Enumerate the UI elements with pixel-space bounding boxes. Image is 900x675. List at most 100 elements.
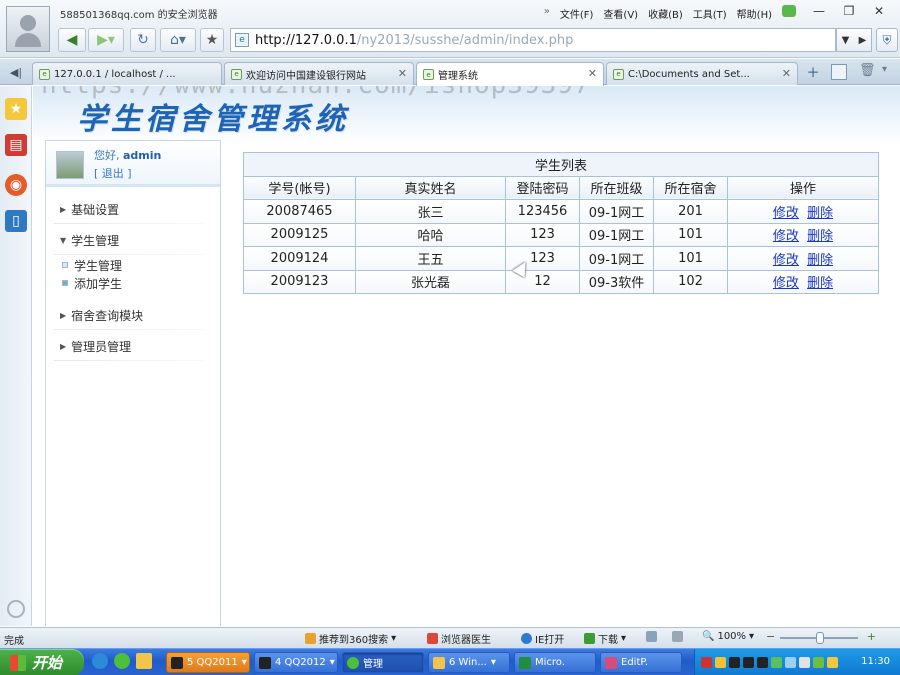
edit-link[interactable]: 修改 [773, 206, 799, 221]
screen-icon[interactable] [646, 631, 657, 642]
tab-close-icon[interactable]: ✕ [588, 67, 597, 80]
address-dropdown[interactable]: ▼ ▶ [836, 28, 872, 52]
nav-student-management[interactable]: ▼ 学生管理 [46, 228, 220, 255]
qq-penguin-icon[interactable] [757, 657, 768, 668]
chevron-down-icon: ▾ [621, 633, 627, 644]
download-button[interactable]: 下载 ▾ [584, 631, 626, 646]
tray-app-icon[interactable] [701, 657, 712, 668]
restore-icon[interactable]: ❐ [836, 2, 862, 20]
delete-link[interactable]: 删除 [807, 276, 833, 291]
menu-tools[interactable]: 工具(T) [693, 6, 727, 21]
task-microsoft[interactable]: Micro. [514, 652, 596, 673]
ie-icon[interactable] [92, 653, 108, 669]
tray-app-icon[interactable] [813, 657, 824, 668]
nav-label: 管理员管理 [71, 339, 132, 354]
favorite-button[interactable]: ★ [200, 28, 224, 52]
delete-link[interactable]: 删除 [807, 206, 833, 221]
trash-icon[interactable]: 🗑 [859, 63, 876, 81]
tab-close-icon[interactable]: ✕ [398, 67, 407, 80]
tray-app-icon[interactable] [771, 657, 782, 668]
speaker-icon[interactable] [799, 657, 810, 668]
qq-penguin-icon[interactable] [743, 657, 754, 668]
zoom-control[interactable]: 🔍 100% ▾ [702, 631, 754, 642]
tab-documents[interactable]: e C:\Documents and Set... ✕ [606, 62, 798, 85]
forward-button[interactable]: ▶▾ [88, 28, 124, 52]
favorites-star-icon[interactable]: ★ [5, 98, 27, 120]
nav-basic-settings[interactable]: ▶ 基础设置 [46, 197, 220, 224]
recommend-360-button[interactable]: 推荐到360搜索 ▾ [305, 631, 396, 646]
tab-bar: ◀| e 127.0.0.1 / localhost / ... e 欢迎访问中… [0, 59, 900, 86]
greeting: 您好, admin [94, 147, 161, 163]
skin-icon[interactable] [782, 5, 796, 17]
browser-360-icon[interactable] [114, 653, 130, 669]
task-label: 6 Win... [449, 657, 487, 668]
gear-icon[interactable] [7, 600, 25, 618]
ie-open-button[interactable]: IE打开 [521, 631, 564, 646]
logout-link[interactable]: [ 退出 ] [94, 165, 132, 181]
menu-view[interactable]: 查看(V) [603, 6, 638, 21]
nav-dorm-query[interactable]: ▶ 宿舍查询模块 [46, 303, 220, 330]
delete-link[interactable]: 删除 [807, 253, 833, 268]
home-button[interactable]: ⌂▾ [160, 28, 196, 52]
task-management[interactable]: 管理 [342, 652, 424, 673]
menu-file[interactable]: 文件(F) [560, 6, 594, 21]
nav-admin-management[interactable]: ▶ 管理员管理 [46, 334, 220, 361]
windows-flag-icon [10, 654, 26, 671]
zoom-slider[interactable]: − + [766, 630, 878, 644]
back-button[interactable]: ◀ [58, 28, 86, 52]
zoom-in-icon[interactable]: + [867, 630, 876, 643]
close-icon[interactable]: ✕ [866, 2, 892, 20]
caret-right-icon: ▶ [60, 204, 67, 214]
sidebar-toggle-icon[interactable]: ◀| [4, 63, 28, 81]
shield-icon: ⛨ [882, 32, 892, 47]
menu-help[interactable]: 帮助(H) [737, 6, 772, 21]
edit-link[interactable]: 修改 [773, 253, 799, 268]
cell-password: 123 [505, 222, 580, 247]
task-qq2012[interactable]: 4 QQ2012 ▾ [254, 652, 338, 673]
task-qq2011[interactable]: 5 QQ2011 ▾ [166, 652, 250, 673]
subnav-student-manage[interactable]: 学生管理 [62, 257, 122, 273]
task-label: Micro. [535, 657, 565, 668]
zoom-knob[interactable] [816, 632, 824, 644]
new-tab-icon[interactable]: + [803, 63, 823, 81]
tab-management[interactable]: e 管理系统 ✕ [416, 62, 604, 86]
network-icon[interactable] [785, 657, 796, 668]
tray-app-icon[interactable] [715, 657, 726, 668]
tab-label: 欢迎访问中国建设银行网站 [246, 70, 366, 82]
browser-doctor-button[interactable]: 浏览器医生 [427, 631, 491, 646]
zoom-out-icon[interactable]: − [766, 630, 775, 643]
download-label: 下载 [598, 635, 618, 646]
edit-link[interactable]: 修改 [773, 276, 799, 291]
cell-dorm: 101 [653, 222, 728, 247]
security-shield-button[interactable]: ⛨ [876, 28, 898, 52]
delete-link[interactable]: 删除 [807, 229, 833, 244]
go-icon[interactable]: ▶ [859, 35, 867, 46]
subnav-add-student[interactable]: 添加学生 [62, 275, 122, 291]
speaker-icon[interactable] [672, 631, 683, 642]
edit-link[interactable]: 修改 [773, 229, 799, 244]
tab-close-icon[interactable]: ✕ [782, 67, 791, 80]
menu-favorites[interactable]: 收藏(B) [648, 6, 683, 21]
task-editplus[interactable]: EditP. [600, 652, 682, 673]
navigation-row: ◀ ▶▾ ↻ ⌂▾ ★ e http://127.0.0.1/ny2013/su… [58, 28, 898, 54]
tab-ccb[interactable]: e 欢迎访问中国建设银行网站 ✕ [224, 62, 414, 85]
task-windows-explorer[interactable]: 6 Win... ▾ [428, 652, 510, 673]
qq-penguin-icon[interactable] [729, 657, 740, 668]
folder-icon[interactable] [136, 653, 152, 669]
magnifier-icon: 🔍 [702, 631, 715, 642]
refresh-button[interactable]: ↻ [130, 28, 156, 52]
shield-icon[interactable] [827, 657, 838, 668]
url-path: /ny2013/susshe/admin/index.php [356, 32, 574, 48]
news-icon[interactable]: ▤ [5, 134, 27, 156]
weibo-icon[interactable]: ◉ [5, 174, 27, 196]
tab-phpmyadmin[interactable]: e 127.0.0.1 / localhost / ... [32, 62, 222, 85]
browser-user-avatar[interactable] [6, 6, 50, 52]
restore-tab-icon[interactable] [831, 64, 847, 80]
tab-more-icon[interactable]: ▾ [882, 64, 887, 75]
start-button[interactable]: 开始 [0, 649, 84, 675]
cell-class: 09-1网工 [579, 246, 654, 271]
address-bar[interactable]: e http://127.0.0.1/ny2013/susshe/admin/i… [230, 28, 836, 52]
menu-chevron-icon[interactable]: » [544, 6, 550, 21]
minimize-icon[interactable]: — [806, 2, 832, 20]
phone-icon[interactable]: ▯ [5, 210, 27, 232]
